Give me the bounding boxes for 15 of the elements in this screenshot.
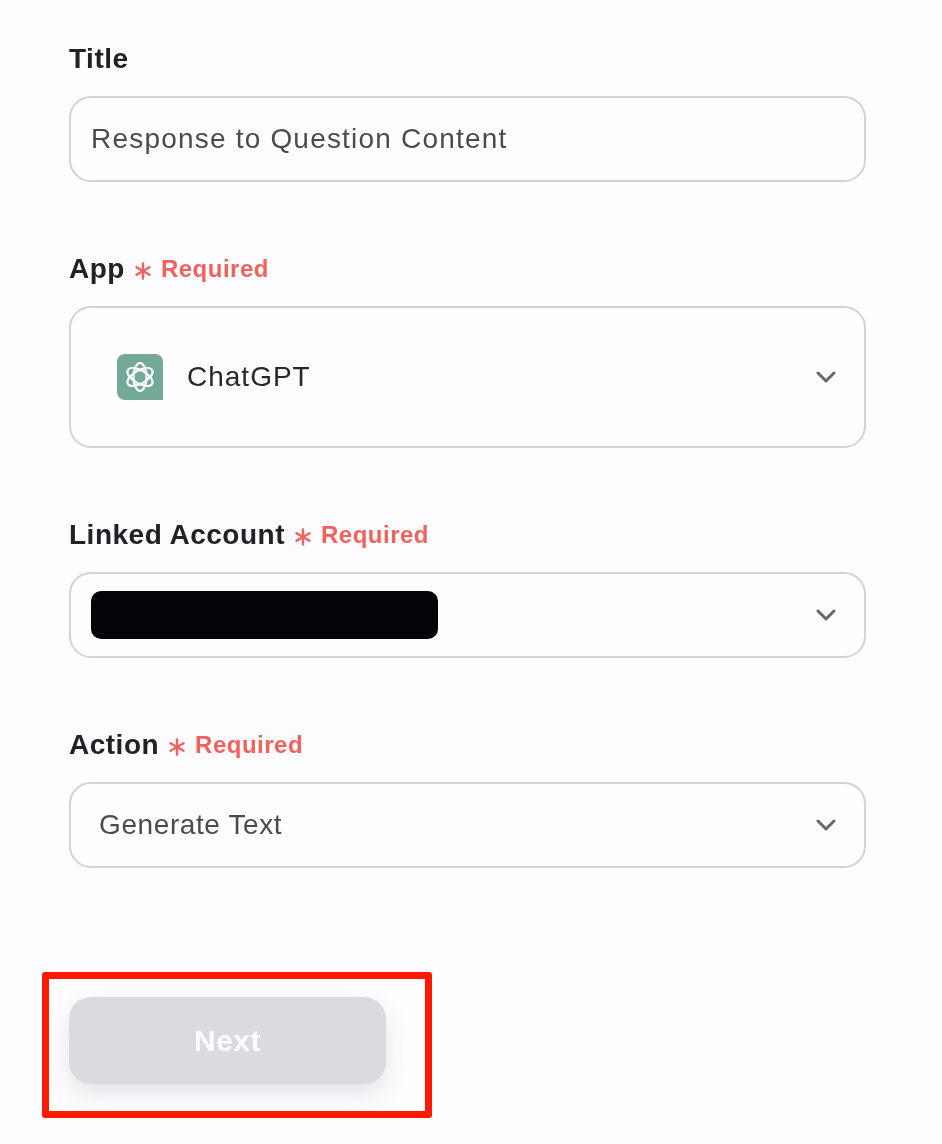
dropdown[interactable] (69, 572, 866, 658)
chevron-down-icon (816, 371, 836, 383)
field-label: Title (69, 43, 129, 75)
required-label: Required (195, 730, 304, 760)
app-logo-icon (117, 354, 163, 400)
chevron-down-icon (816, 819, 836, 831)
chevron-down-icon (816, 609, 836, 621)
required-label: Required (321, 520, 429, 550)
required-label: Required (160, 254, 269, 284)
field-label: Linked Account (69, 519, 285, 551)
dropdown[interactable]: ChatGPT (69, 306, 866, 448)
dropdown[interactable]: Generate Text (69, 782, 866, 868)
field-label: Action (69, 729, 160, 761)
field-label: App (69, 253, 125, 285)
text-input[interactable]: Response to Question Content (69, 96, 866, 182)
